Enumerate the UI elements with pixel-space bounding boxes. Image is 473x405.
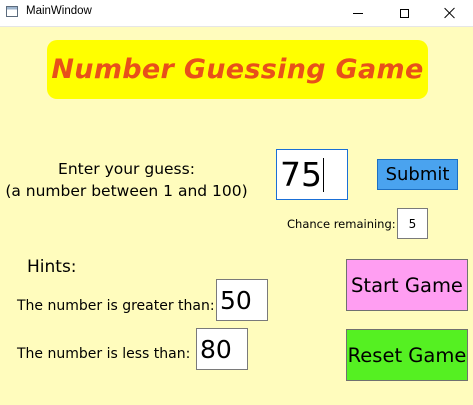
less-than-value: 80 [196,328,248,370]
greater-than-value: 50 [216,279,268,321]
hints-title: Hints: [27,257,77,277]
game-title-banner: Number Guessing Game [47,40,428,99]
minimize-icon [353,12,363,14]
chances-label: Chance remaining: [287,217,396,231]
text-caret [323,157,324,192]
less-than-label: The number is less than: [17,346,191,362]
minimize-button[interactable] [335,0,381,26]
reset-game-button[interactable]: Reset Game [346,329,468,381]
guess-prompt: Enter your guess: [58,160,195,178]
window-icon [6,6,18,17]
maximize-icon [399,8,409,18]
window-title: MainWindow [26,5,92,17]
title-bar: MainWindow [0,0,473,27]
start-game-button[interactable]: Start Game [346,259,468,311]
greater-than-label: The number is greater than: [17,298,215,314]
guess-input[interactable]: 75 [276,149,348,200]
guess-value: 75 [280,155,322,194]
chances-value: 5 [397,208,428,239]
close-icon [444,7,456,19]
guess-range-hint: (a number between 1 and 100) [5,182,248,200]
submit-button[interactable]: Submit [377,159,458,190]
close-button[interactable] [427,0,473,26]
maximize-button[interactable] [381,0,427,26]
game-title: Number Guessing Game [51,54,424,85]
